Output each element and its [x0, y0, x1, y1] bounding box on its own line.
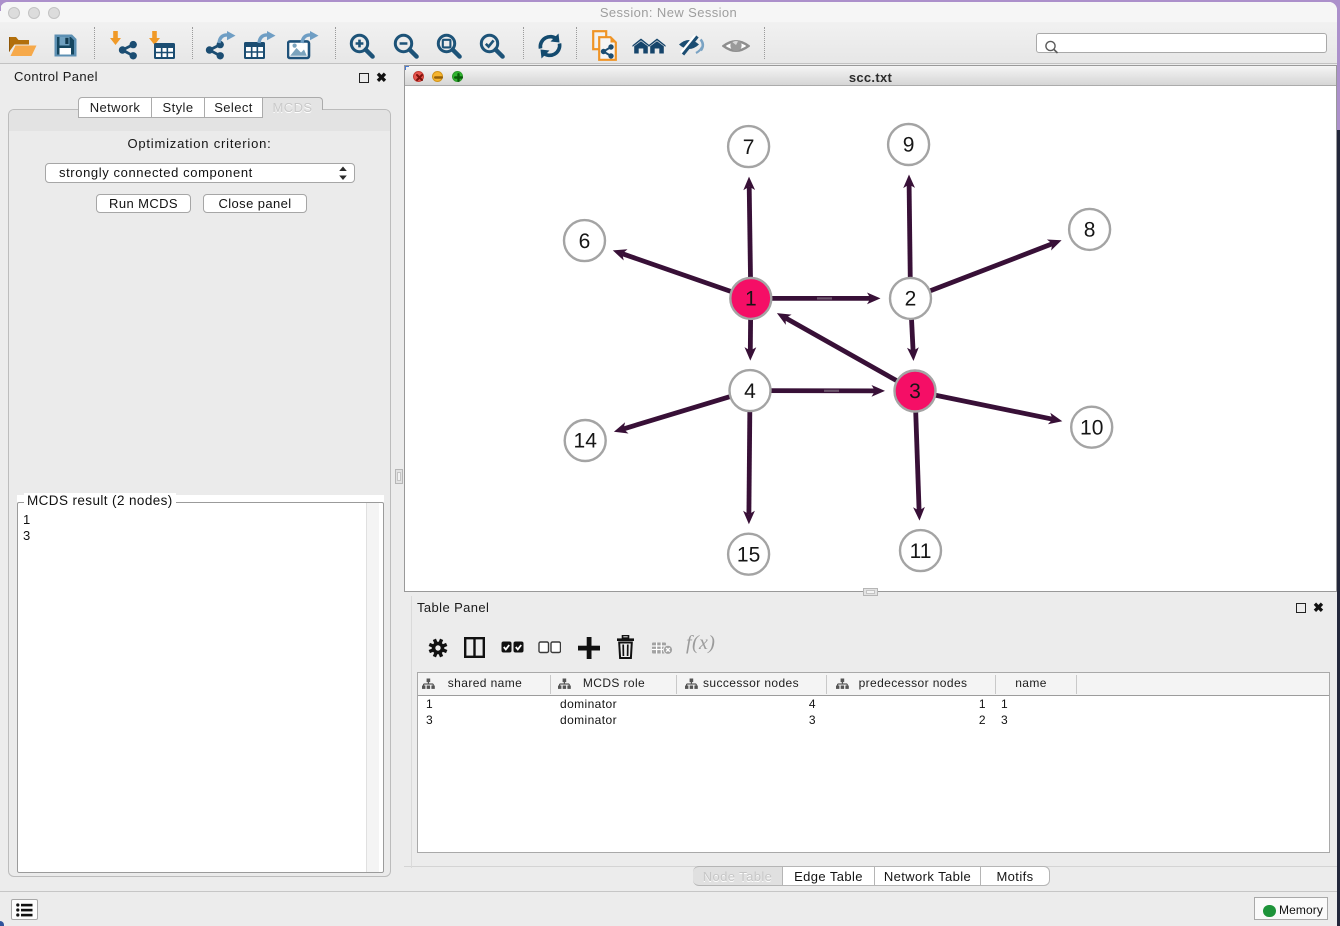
- svg-text:2: 2: [905, 288, 917, 311]
- svg-text:11: 11: [910, 540, 932, 563]
- svg-text:7: 7: [743, 136, 755, 159]
- svg-text:1: 1: [745, 288, 757, 311]
- svg-text:4: 4: [744, 380, 756, 403]
- svg-text:6: 6: [579, 230, 591, 253]
- svg-text:14: 14: [574, 430, 598, 453]
- svg-text:10: 10: [1080, 416, 1103, 439]
- svg-text:15: 15: [737, 543, 760, 566]
- svg-text:9: 9: [903, 134, 915, 157]
- svg-text:8: 8: [1084, 219, 1096, 242]
- svg-text:3: 3: [909, 380, 921, 403]
